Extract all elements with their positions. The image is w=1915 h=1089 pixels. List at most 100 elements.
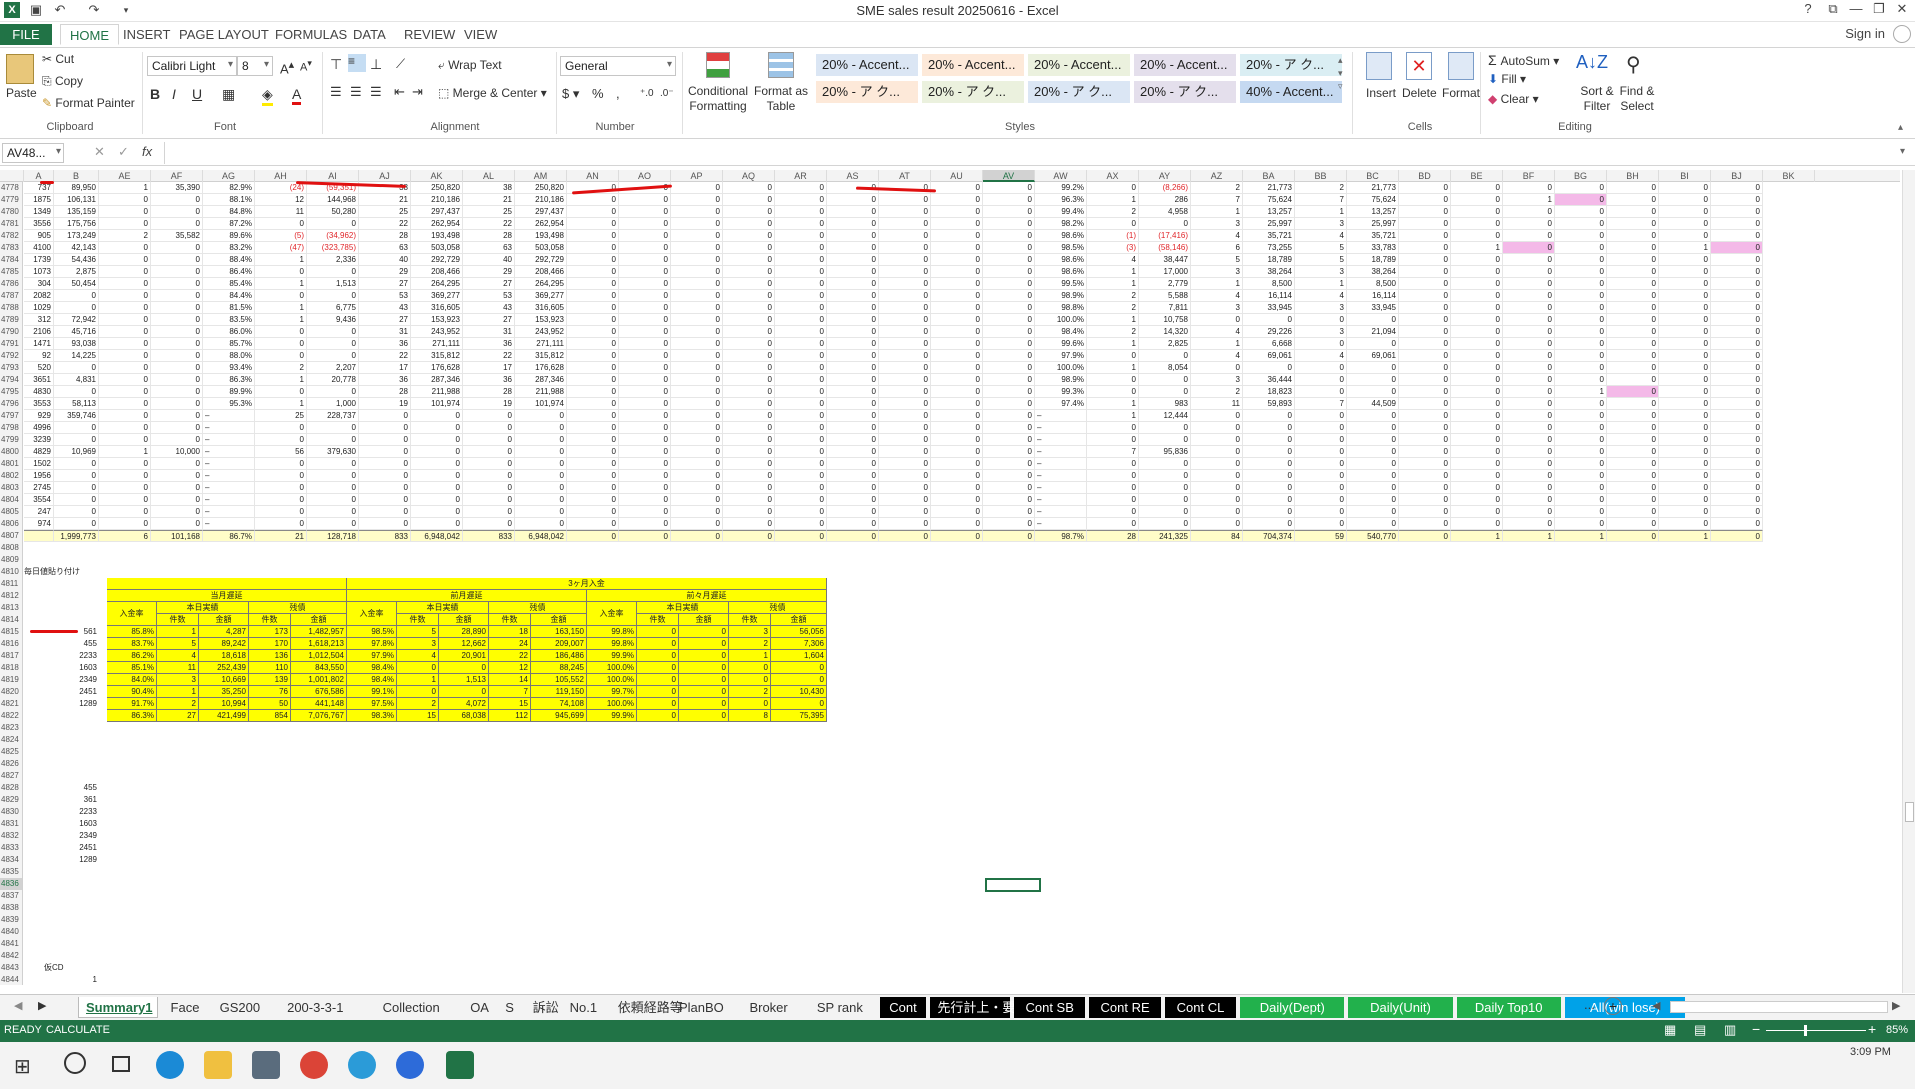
cell[interactable]: 0 (1399, 326, 1451, 338)
column-header[interactable]: AT (879, 170, 931, 182)
cell[interactable]: 0 (775, 362, 827, 374)
cell[interactable]: 99.4% (1035, 206, 1087, 218)
cell[interactable]: 0 (515, 482, 567, 494)
cell[interactable]: 18,823 (1243, 386, 1295, 398)
cell[interactable]: 2 (1087, 302, 1139, 314)
cell[interactable]: 0 (1347, 506, 1399, 518)
summary-cell[interactable]: 35,250 (199, 686, 249, 698)
summary-cell[interactable]: 0 (439, 662, 489, 674)
summary-cell[interactable]: 98.3% (347, 710, 397, 722)
cell[interactable]: 63 (359, 242, 411, 254)
cell[interactable]: 0 (775, 242, 827, 254)
cell[interactable]: 0 (1399, 302, 1451, 314)
cell[interactable]: 0 (1555, 278, 1607, 290)
cell[interactable]: 0 (879, 386, 931, 398)
cell[interactable]: 3 (1191, 266, 1243, 278)
cell[interactable]: 69,061 (1243, 350, 1295, 362)
cell[interactable]: 0 (1555, 266, 1607, 278)
cell[interactable]: 0 (1607, 362, 1659, 374)
cell[interactable]: 0 (1295, 362, 1347, 374)
column-header[interactable]: AS (827, 170, 879, 182)
cell[interactable]: – (1035, 434, 1087, 446)
summary-cell[interactable]: 50 (249, 698, 291, 710)
cell[interactable]: 75,624 (1347, 194, 1399, 206)
cell[interactable]: 4829 (24, 446, 54, 458)
cell[interactable]: 0 (671, 242, 723, 254)
cell[interactable]: 0 (151, 218, 203, 230)
column-header[interactable]: BB (1295, 170, 1347, 182)
cell[interactable]: 0 (723, 338, 775, 350)
cell[interactable]: 0 (983, 230, 1035, 242)
cell[interactable]: 153,923 (411, 314, 463, 326)
column-header[interactable]: AL (463, 170, 515, 182)
summary-cell[interactable]: 0 (679, 638, 729, 650)
cell[interactable]: 88.1% (203, 194, 255, 206)
column-header[interactable]: BA (1243, 170, 1295, 182)
cell[interactable]: (17,416) (1139, 230, 1191, 242)
summary-cell[interactable]: 56,056 (771, 626, 827, 638)
cell[interactable]: 175,756 (54, 218, 99, 230)
cell[interactable]: 0 (99, 266, 151, 278)
cell[interactable]: 0 (1087, 470, 1139, 482)
cell[interactable]: 0 (931, 254, 983, 266)
cell[interactable]: 0 (1451, 518, 1503, 530)
cell[interactable]: 0 (723, 446, 775, 458)
cell[interactable]: 13,257 (1243, 206, 1295, 218)
cell[interactable]: 0 (1243, 410, 1295, 422)
hscroll-right-icon[interactable]: ▶ (1892, 999, 1900, 1012)
cell[interactable]: 0 (983, 506, 1035, 518)
cell[interactable]: 0 (879, 422, 931, 434)
column-header[interactable]: AR (775, 170, 827, 182)
row-number[interactable]: 4844 (0, 974, 23, 985)
row-number[interactable]: 4778 (0, 182, 23, 194)
cell[interactable]: – (1035, 458, 1087, 470)
summary-cell[interactable]: 421,499 (199, 710, 249, 722)
summary-cell[interactable]: 2 (397, 698, 439, 710)
cell[interactable]: – (203, 482, 255, 494)
cell[interactable]: – (1035, 422, 1087, 434)
cell[interactable]: 0 (879, 518, 931, 530)
row-number[interactable]: 4828 (0, 782, 23, 794)
summary-cell[interactable]: 100.0% (587, 674, 637, 686)
cell[interactable]: 1 (1295, 278, 1347, 290)
cell[interactable]: 503,058 (411, 242, 463, 254)
cell[interactable]: 1 (1087, 194, 1139, 206)
sheet-tab[interactable]: 依頼経路等 (611, 997, 683, 1018)
row-number[interactable]: 4793 (0, 362, 23, 374)
cell[interactable]: 1 (1659, 242, 1711, 254)
cell[interactable]: 3239 (24, 434, 54, 446)
cell[interactable]: 0 (1139, 422, 1191, 434)
search-icon[interactable] (64, 1052, 86, 1074)
cell[interactable]: 0 (1399, 386, 1451, 398)
cell[interactable]: 0 (931, 398, 983, 410)
font-color-icon[interactable]: A (292, 86, 302, 105)
cell[interactable]: 82.9% (203, 182, 255, 194)
cell[interactable]: 1471 (24, 338, 54, 350)
cell[interactable]: 8,500 (1243, 278, 1295, 290)
format-cells-icon[interactable] (1448, 52, 1474, 80)
cell[interactable]: 297,437 (515, 206, 567, 218)
row-number[interactable]: 4829 (0, 794, 23, 806)
cell[interactable]: 25,997 (1347, 218, 1399, 230)
row-number[interactable]: 4843 (0, 962, 23, 974)
cell[interactable]: 0 (931, 518, 983, 530)
total-cell[interactable]: 0 (827, 530, 879, 542)
cell[interactable]: 0 (1659, 446, 1711, 458)
summary-cell[interactable]: 0 (397, 662, 439, 674)
cell[interactable]: 0 (931, 362, 983, 374)
cell[interactable]: 193,498 (411, 230, 463, 242)
summary-cell[interactable]: 0 (771, 674, 827, 686)
summary-top-header[interactable]: 3ヶ月入金 (347, 578, 827, 590)
cell[interactable]: 0 (1503, 458, 1555, 470)
cell[interactable]: 0 (567, 230, 619, 242)
summary-cell[interactable]: 99.1% (347, 686, 397, 698)
row-number[interactable]: 4840 (0, 926, 23, 938)
cell[interactable]: 0 (99, 278, 151, 290)
cell[interactable]: 0 (567, 194, 619, 206)
row-number[interactable]: 4786 (0, 278, 23, 290)
cell[interactable]: 1739 (24, 254, 54, 266)
sheet-tab[interactable]: S (498, 997, 522, 1018)
cell[interactable]: 1956 (24, 470, 54, 482)
summary-leaf-header[interactable]: 件数 (729, 614, 771, 626)
cell[interactable]: 0 (671, 458, 723, 470)
